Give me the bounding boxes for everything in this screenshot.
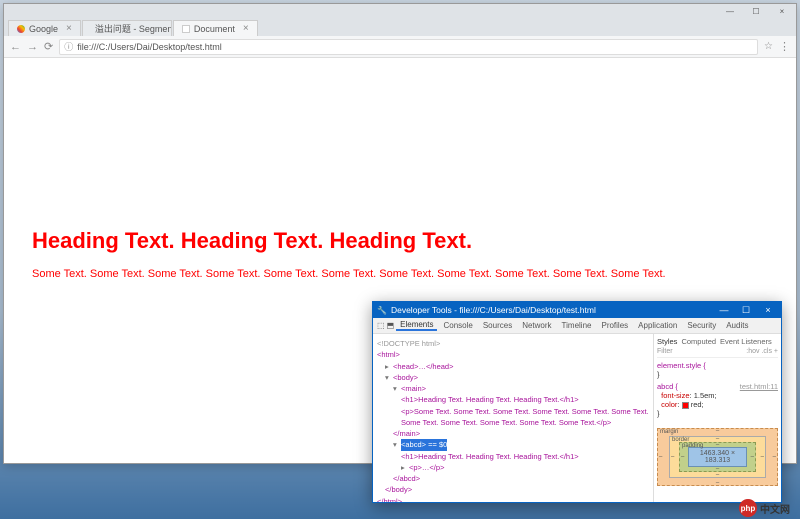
inspect-icon[interactable]: ⬚ bbox=[377, 321, 385, 330]
tab-security[interactable]: Security bbox=[683, 321, 720, 330]
url-text: file:///C:/Users/Dai/Desktop/test.html bbox=[77, 42, 222, 52]
watermark-text: 中文网 bbox=[760, 501, 790, 516]
tab-computed[interactable]: Computed bbox=[681, 337, 716, 346]
tab-document[interactable]: Document × bbox=[173, 20, 258, 36]
forward-button[interactable]: → bbox=[27, 41, 38, 53]
box-model[interactable]: margin –––– border –––– padding –––– 146… bbox=[657, 428, 778, 486]
styles-tabs: Styles Computed Event Listeners bbox=[657, 337, 778, 346]
tab-elements[interactable]: Elements bbox=[396, 320, 437, 331]
tab-network[interactable]: Network bbox=[518, 321, 555, 330]
elements-panel[interactable]: <!DOCTYPE html> <html> ▸<head>…</head> ▾… bbox=[373, 334, 653, 502]
dom-p-main[interactable]: <p>Some Text. Some Text. Some Text. Some… bbox=[401, 407, 649, 427]
address-bar[interactable]: ⓘ file:///C:/Users/Dai/Desktop/test.html bbox=[59, 39, 758, 55]
devtools-window: 🔧 Developer Tools - file:///C:/Users/Dai… bbox=[372, 301, 782, 503]
rule-element-style[interactable]: element.style { } bbox=[657, 361, 778, 379]
filter-label: Filter bbox=[657, 348, 673, 355]
dom-html-close[interactable]: </html> bbox=[377, 497, 402, 503]
devtools-titlebar[interactable]: 🔧 Developer Tools - file:///C:/Users/Dai… bbox=[373, 302, 781, 318]
styles-panel: Styles Computed Event Listeners Filter :… bbox=[653, 334, 781, 502]
minimize-button[interactable]: — bbox=[715, 305, 733, 315]
dom-main-close[interactable]: </main> bbox=[393, 429, 420, 438]
dom-h1-abcd[interactable]: <h1>Heading Text. Heading Text. Heading … bbox=[401, 452, 579, 461]
back-button[interactable]: ← bbox=[10, 41, 21, 53]
rule-abcd[interactable]: test.html:11 abcd { font-size: 1.5em; co… bbox=[657, 382, 778, 418]
favicon-doc bbox=[182, 25, 190, 33]
dom-doctype: <!DOCTYPE html> bbox=[377, 338, 649, 349]
tab-sources[interactable]: Sources bbox=[479, 321, 516, 330]
page-paragraph: Some Text. Some Text. Some Text. Some Te… bbox=[32, 268, 768, 280]
dom-p-abcd[interactable]: <p>…</p> bbox=[409, 463, 444, 472]
bookmark-icon[interactable]: ☆ bbox=[764, 41, 773, 52]
dom-h1-main[interactable]: <h1>Heading Text. Heading Text. Heading … bbox=[401, 395, 579, 404]
tab-profiles[interactable]: Profiles bbox=[597, 321, 632, 330]
watermark: php 中文网 bbox=[739, 499, 790, 517]
tab-styles[interactable]: Styles bbox=[657, 337, 677, 346]
minimize-button[interactable]: — bbox=[720, 6, 740, 16]
tab-console[interactable]: Console bbox=[439, 321, 476, 330]
dom-head[interactable]: <head>…</head> bbox=[393, 362, 453, 371]
rule-source-link[interactable]: test.html:11 bbox=[740, 382, 778, 391]
close-icon[interactable]: × bbox=[243, 23, 249, 34]
dom-main-open[interactable]: <main> bbox=[401, 384, 426, 393]
reload-button[interactable]: ⟳ bbox=[44, 40, 53, 53]
box-content: 1463.340 × 183.313 bbox=[688, 447, 747, 467]
menu-icon[interactable]: ⋮ bbox=[779, 40, 790, 53]
dom-abcd-close[interactable]: </abcd> bbox=[393, 474, 420, 483]
devtools-body: <!DOCTYPE html> <html> ▸<head>…</head> ▾… bbox=[373, 334, 781, 502]
close-icon[interactable]: × bbox=[66, 23, 72, 34]
tab-event-listeners[interactable]: Event Listeners bbox=[720, 337, 772, 346]
dom-body-close[interactable]: </body> bbox=[385, 485, 412, 494]
devtools-icon: 🔧 bbox=[377, 306, 387, 315]
tab-application[interactable]: Application bbox=[634, 321, 681, 330]
tab-segmentfault[interactable]: 溢出问题 - SegmentF…× bbox=[82, 20, 172, 36]
dom-body-open[interactable]: <body> bbox=[393, 373, 418, 382]
info-icon: ⓘ bbox=[64, 40, 73, 53]
browser-toolbar: ← → ⟳ ⓘ file:///C:/Users/Dai/Desktop/tes… bbox=[4, 36, 796, 58]
filter-controls[interactable]: :hov .cls + bbox=[746, 348, 778, 355]
close-button[interactable]: × bbox=[772, 6, 792, 16]
tab-strip: Google × 溢出问题 - SegmentF…× Document × bbox=[4, 18, 796, 36]
device-icon[interactable]: ⬒ bbox=[387, 321, 395, 330]
devtools-title: Developer Tools - file:///C:/Users/Dai/D… bbox=[391, 305, 711, 315]
color-swatch[interactable] bbox=[682, 402, 689, 409]
tab-label: Document bbox=[194, 24, 235, 34]
favicon-google bbox=[17, 25, 25, 33]
devtools-tabs: ⬚ ⬒ Elements Console Sources Network Tim… bbox=[373, 318, 781, 334]
styles-filter[interactable]: Filter :hov .cls + bbox=[657, 348, 778, 358]
maximize-button[interactable]: ☐ bbox=[737, 305, 755, 316]
tab-timeline[interactable]: Timeline bbox=[558, 321, 596, 330]
page-heading: Heading Text. Heading Text. Heading Text… bbox=[32, 228, 768, 254]
tab-google[interactable]: Google × bbox=[8, 20, 81, 36]
maximize-button[interactable]: ☐ bbox=[746, 6, 766, 16]
dom-html-open[interactable]: <html> bbox=[377, 350, 400, 359]
tab-label: 溢出问题 - SegmentF… bbox=[95, 22, 172, 35]
dom-abcd-selected[interactable]: <abcd> == $0 bbox=[401, 439, 447, 450]
tab-label: Google bbox=[29, 24, 58, 34]
tab-audits[interactable]: Audits bbox=[722, 321, 752, 330]
close-button[interactable]: × bbox=[759, 305, 777, 315]
window-titlebar: — ☐ × bbox=[4, 4, 796, 18]
watermark-logo: php bbox=[739, 499, 757, 517]
